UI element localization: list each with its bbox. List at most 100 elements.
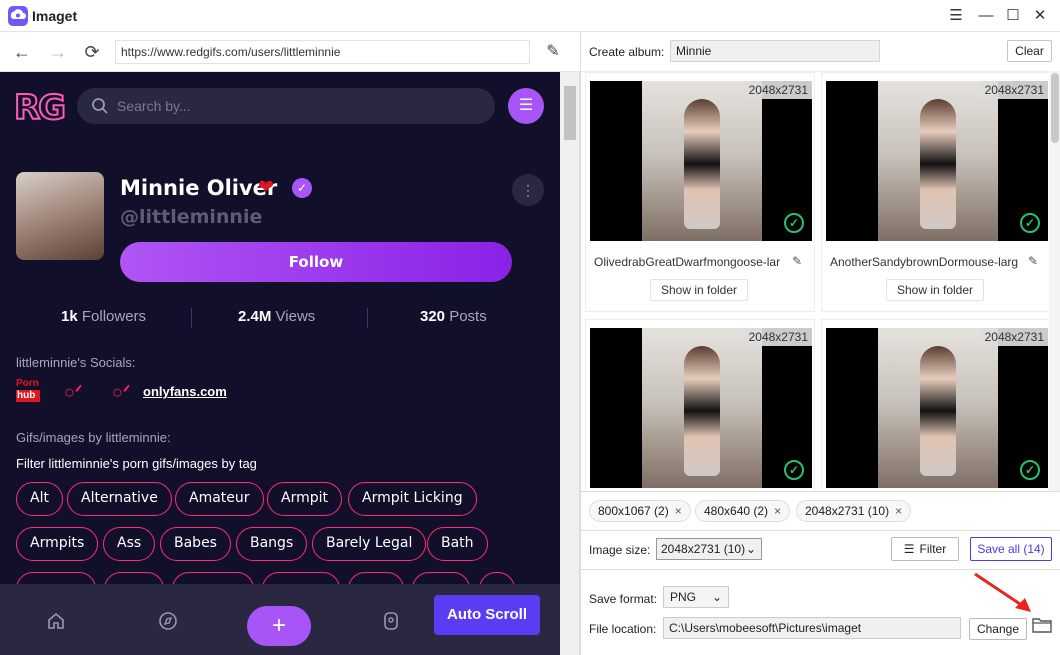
onlyfans-link[interactable]: onlyfans.com <box>143 384 227 399</box>
tag-chip[interactable]: Alternative <box>67 482 172 516</box>
remove-icon: × <box>674 504 682 518</box>
remove-icon: × <box>895 504 903 518</box>
change-location-button[interactable]: Change <box>969 618 1027 640</box>
gallery-title: Gifs/images by littleminnie: <box>16 430 171 445</box>
image-dimensions: 2048x2731 <box>980 81 1048 99</box>
size-chip[interactable]: 2048x2731 (10) × <box>796 500 912 522</box>
heart-icon: ❤ <box>258 177 274 198</box>
image-dimensions: 2048x2731 <box>980 328 1048 346</box>
check-icon[interactable]: ✓ <box>1020 460 1040 480</box>
stat-followers: 1k Followers <box>61 308 147 325</box>
remove-icon: × <box>774 504 782 518</box>
tag-chip[interactable]: Armpits <box>16 527 99 561</box>
filter-icon: ☰ <box>903 542 915 556</box>
menu-icon[interactable]: ☰ <box>946 6 966 26</box>
scrollbar-thumb[interactable] <box>1051 73 1059 143</box>
tag-chip[interactable]: Armpit Licking <box>348 482 477 516</box>
onlyfans-icon[interactable]: ○ᐟ <box>64 382 83 403</box>
file-name: OlivedrabGreatDwarfmongoose-lar <box>594 255 781 269</box>
stat-views: 2.4M Views <box>238 308 316 325</box>
image-card: 2048x2731 ✓ OlivedrabGreatDwarfmongoose-… <box>585 72 815 312</box>
close-button[interactable]: ✕ <box>1030 6 1050 26</box>
minimize-button[interactable]: — <box>976 6 996 26</box>
size-chip[interactable]: 480x640 (2) × <box>695 500 791 522</box>
check-icon[interactable]: ✓ <box>784 460 804 480</box>
stat-divider <box>191 308 192 328</box>
tag-filter-text: Filter littleminnie's porn gifs/images b… <box>16 456 257 471</box>
tag-chip[interactable]: Armpit <box>267 482 342 516</box>
image-thumbnail[interactable]: 2048x2731 ✓ <box>826 328 1048 488</box>
search-placeholder: Search by... <box>117 98 191 114</box>
stat-divider <box>367 308 368 328</box>
filter-button[interactable]: ☰ Filter <box>891 537 959 561</box>
site-menu-button[interactable]: ☰ <box>508 88 544 124</box>
size-chip[interactable]: 800x1067 (2) × <box>589 500 691 522</box>
save-format-select[interactable]: PNG ⌄ <box>663 586 729 608</box>
file-name: AnotherSandybrownDormouse-larg <box>830 255 1019 269</box>
pornhub-icon[interactable]: Porn hub <box>16 378 40 404</box>
forward-button[interactable]: → <box>46 40 70 64</box>
check-icon[interactable]: ✓ <box>784 213 804 233</box>
image-card: 2048x2731 ✓ <box>821 319 1049 491</box>
open-folder-icon[interactable] <box>1031 616 1053 638</box>
check-icon[interactable]: ✓ <box>1020 213 1040 233</box>
more-options-icon[interactable]: ⋮ <box>512 174 544 206</box>
site-search[interactable]: Search by... <box>77 88 495 124</box>
image-size-select[interactable]: 2048x2731 (10) ⌄ <box>656 538 762 560</box>
tag-chip[interactable]: Amateur <box>175 482 264 516</box>
save-all-button[interactable]: Save all (14) <box>970 537 1052 561</box>
show-in-folder-button[interactable]: Show in folder <box>886 279 984 301</box>
browser-nav-bar: ← → ⟳ ✎ <box>0 32 580 72</box>
socials-title: littleminnie's Socials: <box>16 355 136 370</box>
tag-chip[interactable]: Bangs <box>236 527 308 561</box>
tag-chip[interactable]: Bath <box>427 527 488 561</box>
chevron-down-icon: ⌄ <box>711 590 722 604</box>
back-button[interactable]: ← <box>10 40 34 64</box>
profile-tag-icon[interactable] <box>379 610 403 634</box>
profile-name: Minnie Oliver <box>120 176 278 200</box>
title-bar: Imaget ☰ — ☐ ✕ <box>0 0 1060 32</box>
scrollbar-thumb[interactable] <box>564 86 576 140</box>
size-filter-chips: 800x1067 (2) × 480x640 (2) × 2048x2731 (10… <box>581 491 1060 531</box>
avatar[interactable] <box>16 172 104 260</box>
album-input[interactable] <box>670 40 880 62</box>
edit-pencil-icon[interactable]: ✎ <box>792 254 802 268</box>
edit-pencil-icon[interactable]: ✎ <box>1028 254 1038 268</box>
file-location-label: File location: <box>589 622 657 636</box>
save-format-label: Save format: <box>589 592 658 606</box>
browser-viewport: RG Search by... ☰ Minnie Oliver ❤ ✓ @lit… <box>0 72 560 655</box>
image-thumbnail[interactable]: 2048x2731 ✓ <box>826 81 1048 241</box>
bottom-nav-bar: + Auto Scroll <box>0 584 560 655</box>
annotation-arrow-icon <box>974 572 1031 612</box>
image-card: 2048x2731 ✓ <box>585 319 815 491</box>
auto-scroll-button[interactable]: Auto Scroll <box>434 595 540 635</box>
search-icon <box>92 98 108 114</box>
home-icon[interactable] <box>44 610 68 634</box>
create-plus-button[interactable]: + <box>247 606 311 646</box>
site-logo[interactable]: RG <box>13 87 67 129</box>
follow-button[interactable]: Follow <box>120 242 512 282</box>
image-dimensions: 2048x2731 <box>744 328 812 346</box>
show-in-folder-button[interactable]: Show in folder <box>650 279 748 301</box>
file-location-input[interactable] <box>663 617 961 639</box>
tag-chip[interactable]: Ass <box>103 527 156 561</box>
extension-icon[interactable]: ✎ <box>541 40 565 64</box>
reload-button[interactable]: ⟳ <box>80 40 104 64</box>
url-input[interactable] <box>115 40 530 64</box>
image-dimensions: 2048x2731 <box>744 81 812 99</box>
tag-chip[interactable]: Babes <box>160 527 231 561</box>
explore-icon[interactable] <box>156 610 180 634</box>
clear-button[interactable]: Clear <box>1007 40 1052 62</box>
app-logo-icon <box>8 6 28 26</box>
image-card: 2048x2731 ✓ AnotherSandybrownDormouse-la… <box>821 72 1049 312</box>
app-title: Imaget <box>32 8 78 24</box>
tag-chip[interactable]: Barely Legal <box>312 527 427 561</box>
image-thumbnail[interactable]: 2048x2731 ✓ <box>590 81 812 241</box>
tag-chip[interactable]: Alt <box>16 482 63 516</box>
gallery-scrollbar[interactable] <box>1049 71 1060 491</box>
browser-scrollbar[interactable] <box>560 72 580 655</box>
verified-icon: ✓ <box>292 178 312 198</box>
imaget-panel: Create album: Clear 2048x2731 ✓ Olivedra… <box>580 32 1060 655</box>
image-thumbnail[interactable]: 2048x2731 ✓ <box>590 328 812 488</box>
maximize-button[interactable]: ☐ <box>1003 6 1023 26</box>
